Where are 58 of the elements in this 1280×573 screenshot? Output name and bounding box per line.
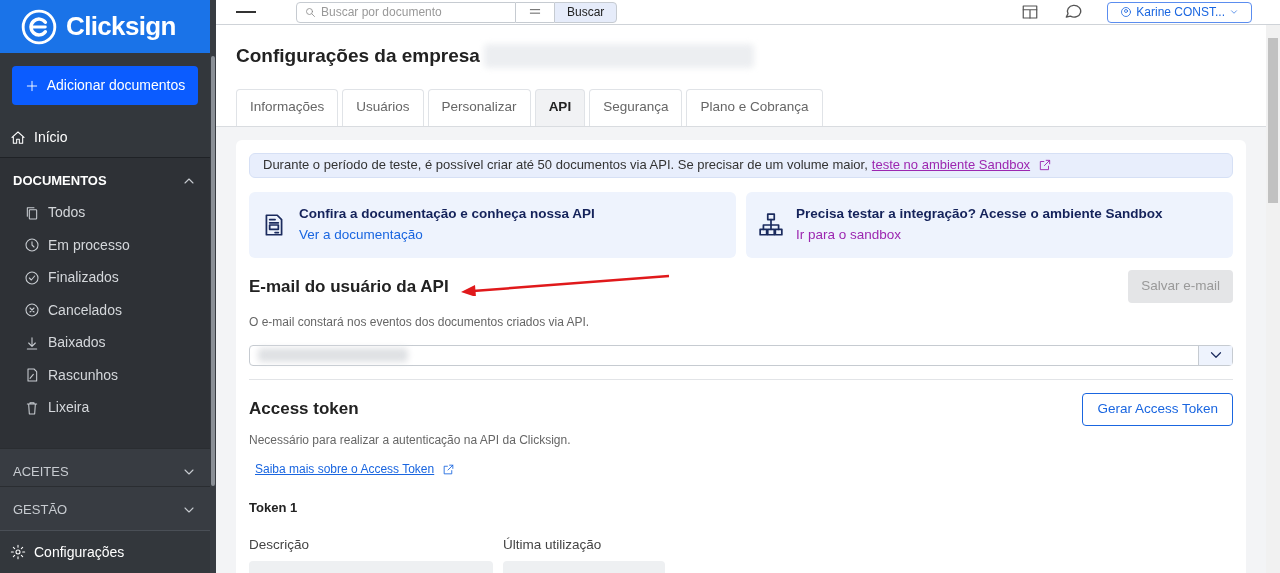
sidebar-nav-item[interactable]: Baixados [0, 326, 210, 359]
x-circle-icon [24, 302, 40, 319]
tab[interactable]: Usuários [342, 88, 424, 126]
columns-icon [1021, 3, 1040, 21]
settings-nav-item[interactable]: Configurações [0, 530, 210, 573]
generate-token-button[interactable]: Gerar Access Token [1082, 392, 1233, 426]
access-token-link[interactable]: Saiba mais sobre o Access Token [255, 460, 435, 479]
external-link-icon [442, 462, 456, 476]
search-icon [304, 5, 316, 18]
sidebar-nav-item[interactable]: Todos [0, 196, 210, 229]
card-title: Confira a documentação e conheça nossa API [299, 205, 595, 224]
column-label: Descrição [249, 535, 311, 554]
chevron-down-icon [1198, 346, 1232, 365]
card-title: Precisa testar a integração? Acesse o ambiente Sandbox [796, 205, 1163, 224]
section-hint: Necessário para realizar a autenticação na API da Clicksign. [249, 432, 571, 450]
network-icon [758, 211, 784, 238]
section-header[interactable]: ACEITES [0, 449, 210, 488]
check-circle-icon [24, 269, 40, 286]
sidebar-nav-item[interactable]: Finalizados [0, 261, 210, 294]
section-header[interactable]: GESTÃO [0, 487, 210, 522]
token-title: Token 1 [249, 499, 299, 518]
logo-text: Clicksign [66, 10, 176, 43]
clock-icon [24, 237, 40, 254]
sidebar-nav-item[interactable]: Em processo [0, 229, 210, 262]
download-icon [24, 334, 40, 351]
add-documents-button[interactable]: Adicionar documentos [12, 66, 198, 105]
sandbox-link[interactable]: teste no ambiente Sandbox [871, 155, 1031, 175]
home-icon [10, 129, 26, 146]
sidebar-nav-item[interactable]: Rascunhos [0, 359, 210, 392]
settings-icon [10, 544, 26, 560]
card-link[interactable]: Ir para o sandbox [796, 224, 902, 245]
copy-icon [24, 204, 40, 221]
user-menu-button[interactable]: Karine CONST... [1107, 1, 1252, 23]
plus-icon [24, 78, 39, 93]
section-hint: O e-mail constará nos eventos dos documentos criados via API. [249, 314, 590, 331]
search-button[interactable]: Buscar [554, 1, 618, 23]
sidebar-nav-item[interactable]: Lixeira [0, 391, 210, 424]
email-select[interactable] [249, 345, 1233, 366]
document-pen-icon [24, 367, 40, 384]
tab[interactable]: Segurança [589, 88, 683, 126]
tab[interactable]: Informações [236, 88, 339, 126]
caret-icon [1229, 7, 1239, 17]
info-text: Durante o período de teste, é possível criar até 50 documentos via API. Se precisar de um volume maior, [263, 156, 868, 175]
card-link[interactable]: Ver a documentação [299, 224, 423, 245]
sidebar-nav-item[interactable]: Cancelados [0, 294, 210, 327]
column-label: Última utilização [503, 535, 603, 554]
user-icon [1120, 6, 1133, 18]
tab[interactable]: Plano e Cobrança [686, 88, 823, 126]
trash-icon [24, 399, 40, 416]
tab[interactable]: API [534, 88, 586, 126]
logo-icon [20, 7, 58, 46]
page-title: Configurações da empresa [236, 44, 480, 68]
search-field[interactable]: Buscar por documento [296, 1, 516, 23]
external-link-icon [1038, 158, 1053, 172]
section-title: Access token [249, 397, 360, 420]
tab[interactable]: Personalizar [427, 88, 531, 126]
section-header[interactable]: DOCUMENTOS [0, 158, 210, 197]
section-title: E-mail do usuário da API [249, 275, 449, 298]
